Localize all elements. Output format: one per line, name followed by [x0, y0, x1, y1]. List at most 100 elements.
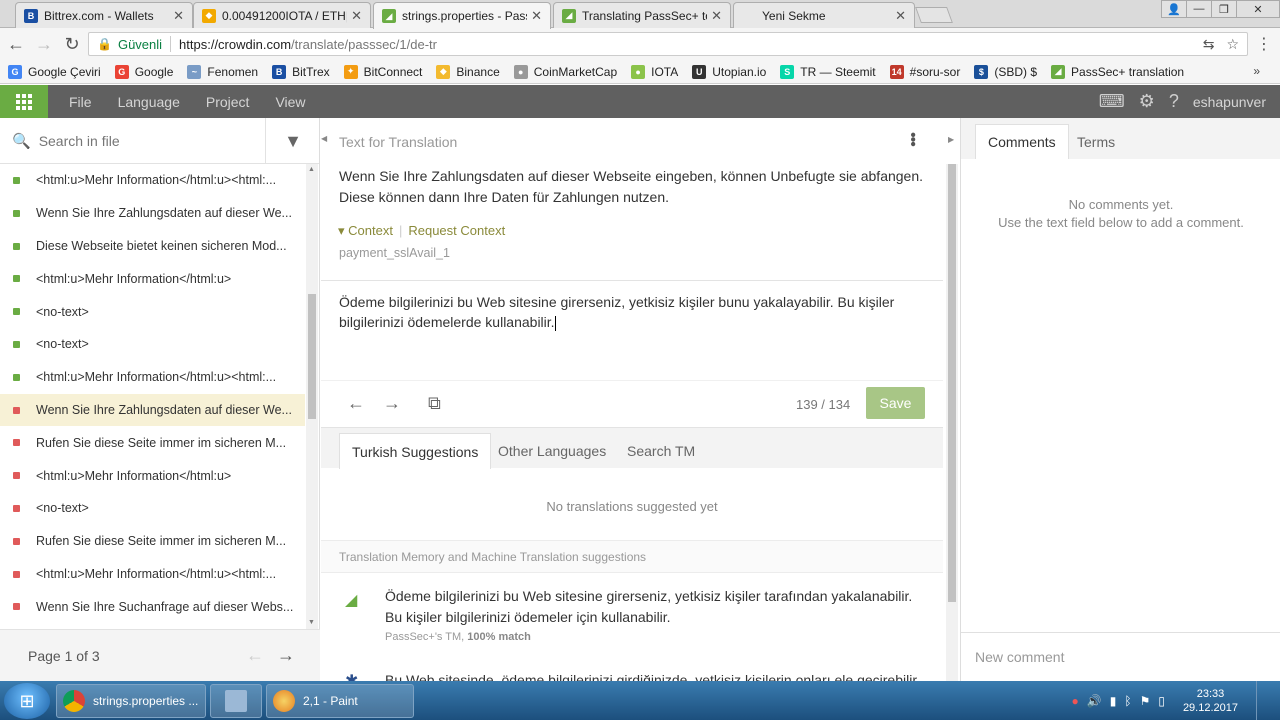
tab-other-languages[interactable]: Other Languages	[486, 433, 618, 469]
close-tab-icon[interactable]: ✕	[895, 8, 906, 24]
browser-tab[interactable]: ◆ 0.00491200IOTA / ETH|P ✕	[193, 2, 371, 28]
search-input[interactable]	[38, 132, 259, 149]
browser-menu-icon[interactable]: ⋮	[1256, 34, 1272, 54]
arrow-left-icon[interactable]: ←	[347, 393, 365, 414]
action-center-icon[interactable]: ⚑	[1140, 694, 1151, 708]
volume-icon[interactable]: 🔊	[1087, 694, 1102, 708]
gear-icon[interactable]: ⚙	[1139, 91, 1155, 112]
copy-source-icon[interactable]: ⧉	[428, 393, 441, 414]
collapse-left-icon[interactable]: ◀	[321, 134, 327, 143]
keyboard-icon[interactable]: ⌨	[1099, 91, 1125, 112]
close-tab-icon[interactable]: ✕	[351, 8, 362, 24]
network-icon[interactable]: ▮	[1110, 694, 1117, 708]
string-list-scrollbar[interactable]: ▲ ▼	[306, 164, 318, 629]
string-list-item[interactable]: <no-text>	[0, 295, 305, 328]
bookmark-item[interactable]: ◢ PassSec+ translation	[1051, 64, 1184, 79]
next-page-icon[interactable]: →	[277, 645, 295, 666]
account-icon[interactable]: 👤	[1161, 0, 1187, 18]
back-icon[interactable]: ←	[4, 32, 28, 56]
bookmark-item[interactable]: ✦ BitConnect	[343, 64, 422, 79]
tab-title: Bittrex.com - Wallets	[44, 8, 154, 23]
string-list-item[interactable]: Wenn Sie Ihre Suchanfrage auf dieser Web…	[0, 590, 305, 623]
help-icon[interactable]: ?	[1169, 91, 1179, 112]
bluetooth-icon[interactable]: ᛒ	[1124, 694, 1131, 708]
taskbar-chrome[interactable]: strings.properties ...	[56, 684, 206, 718]
bookmark-item[interactable]: G Google	[114, 64, 173, 79]
editor-scroll-thumb[interactable]	[948, 164, 956, 602]
taskbar-calculator[interactable]	[210, 684, 262, 718]
reload-icon[interactable]: ↻	[60, 32, 84, 56]
save-button[interactable]: Save	[866, 387, 925, 419]
prev-page-icon[interactable]: ←	[246, 645, 264, 666]
browser-tab[interactable]: ◢ strings.properties - PassS ✕	[373, 2, 551, 29]
tab-turkish-suggestions[interactable]: Turkish Suggestions	[339, 433, 492, 469]
string-list-item[interactable]: Wenn Sie Ihre Zahlungsdaten auf dieser W…	[0, 393, 305, 427]
translation-textarea[interactable]: Ödeme bilgilerinizi bu Web sitesine gire…	[339, 292, 919, 372]
string-list-item[interactable]: <no-text>	[0, 492, 305, 525]
string-list-item[interactable]: <no-text>	[0, 328, 305, 361]
tm-suggestion[interactable]: ✱ Bu Web sitesinde, ödeme bilgilerinizi …	[321, 673, 943, 681]
url-bar[interactable]: 🔒 Güvenli https://crowdin.com /translate…	[88, 32, 1248, 56]
menu-view[interactable]: View	[275, 94, 305, 110]
clock[interactable]: 23:33 29.12.2017	[1183, 687, 1238, 715]
string-list-item[interactable]: Rufen Sie diese Seite immer im sicheren …	[0, 426, 305, 459]
more-options-icon[interactable]: •••	[903, 132, 921, 146]
browser-tab[interactable]: Yeni Sekme ✕	[733, 2, 915, 28]
string-list-item[interactable]: Diese Webseite bietet keinen sicheren Mo…	[0, 230, 305, 263]
tab-comments[interactable]: Comments	[975, 124, 1069, 159]
translate-icon[interactable]: ⇆	[1203, 36, 1215, 53]
scroll-up-icon[interactable]: ▲	[308, 166, 315, 173]
bookmark-item[interactable]: G Google Çeviri	[8, 64, 101, 79]
string-list-item[interactable]: <html:u>Mehr Information</html:u><html:.…	[0, 558, 305, 591]
context-toggle[interactable]: ▾ Context	[338, 223, 393, 238]
taskbar-paint[interactable]: 2,1 - Paint	[266, 684, 414, 718]
editor-scrollbar[interactable]	[946, 164, 958, 681]
forward-icon[interactable]: →	[32, 32, 56, 56]
browser-tab[interactable]: ◢ Translating PassSec+ to ✕	[553, 2, 731, 28]
string-list-item[interactable]: Rufen Sie diese Seite immer im sicheren …	[0, 525, 305, 558]
scroll-down-icon[interactable]: ▼	[308, 619, 315, 626]
bookmark-item[interactable]: U Utopian.io	[692, 64, 766, 79]
tab-terms[interactable]: Terms	[1065, 124, 1127, 159]
string-list-item[interactable]: <html:u>Mehr Information</html:u>	[0, 459, 305, 492]
new-tab-button[interactable]	[915, 7, 953, 23]
start-button[interactable]: ⊞	[4, 683, 50, 719]
menu-project[interactable]: Project	[206, 94, 250, 110]
filter-icon[interactable]: ▼	[265, 118, 320, 164]
collapse-right-icon[interactable]: ▶	[948, 135, 954, 144]
tab-search-tm[interactable]: Search TM	[615, 433, 707, 469]
user-menu[interactable]: eshapunver	[1193, 94, 1266, 110]
bookmark-item[interactable]: ~ Fenomen	[187, 64, 258, 79]
minimize-button[interactable]: —	[1186, 0, 1212, 18]
string-list-item[interactable]: <html:u>Mehr Information</html:u>	[0, 262, 305, 295]
new-comment-input[interactable]: New comment	[961, 632, 1280, 681]
string-list-item[interactable]: <html:u>Mehr Information</html:u><html:.…	[0, 164, 305, 197]
status-dot	[13, 603, 20, 611]
security-icon[interactable]: ●	[1072, 694, 1079, 708]
bookmark-item[interactable]: ◆ Binance	[436, 64, 500, 79]
bookmark-item[interactable]: ● IOTA	[631, 64, 678, 79]
bookmark-item[interactable]: B BitTrex	[272, 64, 330, 79]
string-list-item[interactable]: Wenn Sie Ihre Zahlungsdaten auf dieser W…	[0, 197, 305, 230]
scroll-thumb[interactable]	[308, 294, 316, 419]
bookmark-item[interactable]: 14 #soru-sor	[889, 64, 960, 79]
show-desktop-button[interactable]	[1256, 681, 1266, 720]
apps-grid-icon[interactable]	[0, 85, 48, 118]
bookmark-item[interactable]: $ (SBD) $	[974, 64, 1037, 79]
maximize-button[interactable]: ❐	[1211, 0, 1237, 18]
request-context-link[interactable]: Request Context	[408, 223, 505, 238]
menu-file[interactable]: File	[69, 94, 92, 110]
close-tab-icon[interactable]: ✕	[173, 8, 184, 24]
string-list-item[interactable]: <html:u>Mehr Information</html:u><html:.…	[0, 361, 305, 394]
arrow-right-icon[interactable]: →	[383, 393, 401, 414]
bookmark-item[interactable]: S TR — Steemit	[780, 64, 876, 79]
close-window-button[interactable]: ✕	[1236, 0, 1280, 18]
close-tab-icon[interactable]: ✕	[531, 8, 542, 24]
bookmarks-overflow-icon[interactable]: »	[1253, 64, 1260, 78]
close-tab-icon[interactable]: ✕	[711, 8, 722, 24]
battery-icon[interactable]: ▯	[1158, 694, 1165, 708]
browser-tab[interactable]: B Bittrex.com - Wallets ✕	[15, 2, 193, 28]
bookmark-star-icon[interactable]: ☆	[1226, 36, 1239, 53]
bookmark-item[interactable]: ● CoinMarketCap	[513, 64, 617, 79]
menu-language[interactable]: Language	[118, 94, 180, 110]
